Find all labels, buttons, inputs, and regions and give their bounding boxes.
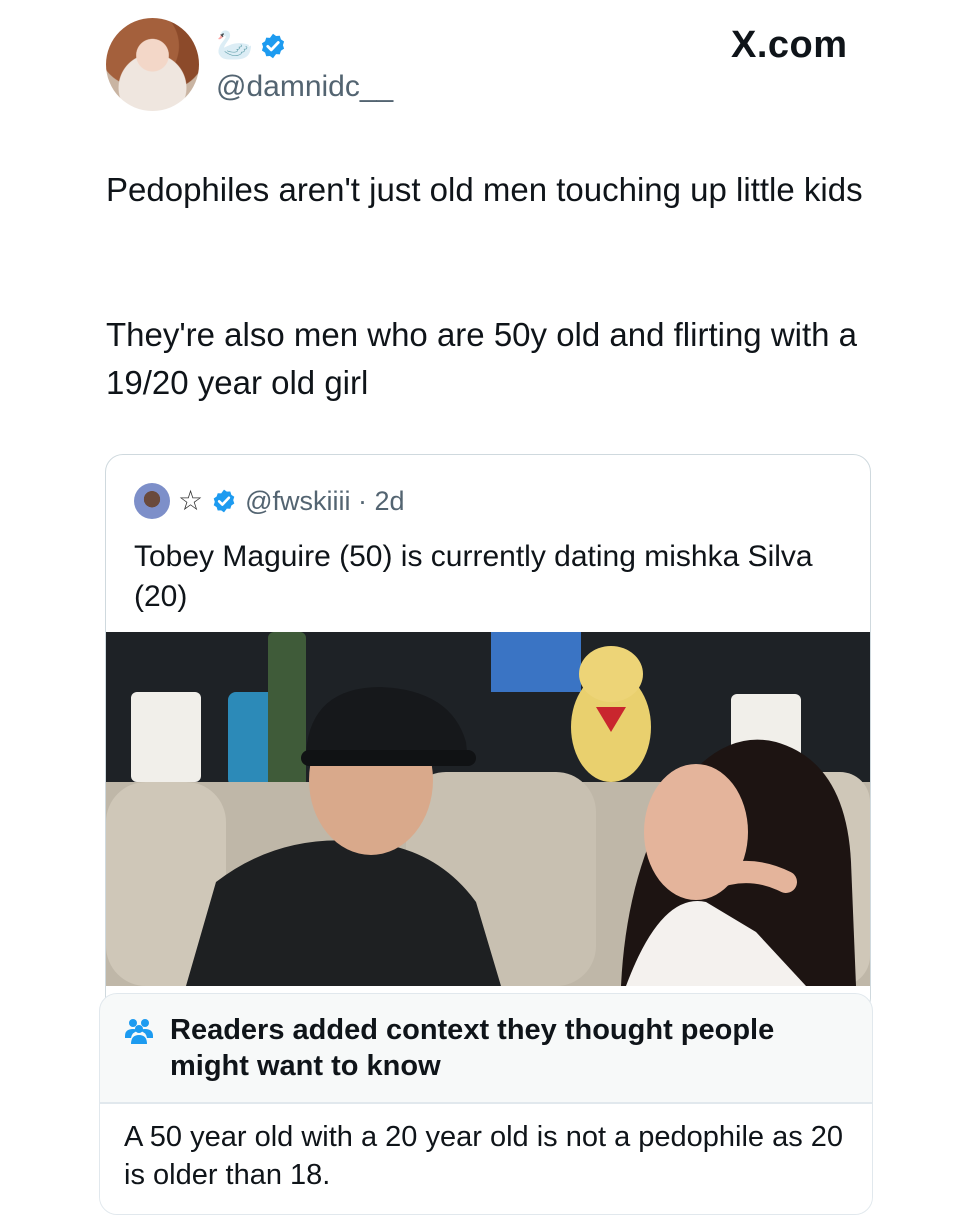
- tweet-paragraph-1: Pedophiles aren't just old men touching …: [106, 171, 863, 208]
- community-note-title: Readers added context they thought peopl…: [170, 1014, 775, 1082]
- quoted-tweet-card[interactable]: ☆ @fwskiiii · 2d Tobey Maguire (50) is c…: [105, 454, 871, 1016]
- verified-badge-icon: [213, 489, 235, 513]
- quoted-author-avatar[interactable]: [134, 483, 170, 519]
- people-icon: [125, 1019, 153, 1044]
- quoted-tweet-photo[interactable]: [106, 632, 870, 986]
- swan-emoji: 🦢: [216, 29, 254, 62]
- quoted-tweet-header: ☆ @fwskiiii · 2d: [134, 483, 405, 519]
- tweet-paragraph-2: They're also men who are 50y old and fli…: [106, 316, 858, 401]
- community-note-body: A 50 year old with a 20 year old is not …: [100, 1104, 872, 1214]
- quoted-tweet-text: Tobey Maguire (50) is currently dating m…: [134, 540, 813, 613]
- star-icon: ☆: [178, 485, 204, 516]
- site-watermark: X.com: [731, 24, 848, 66]
- author-name-row[interactable]: 🦢: [216, 28, 287, 64]
- author-handle[interactable]: @damnidc__: [216, 70, 393, 104]
- quoted-author-handle-time[interactable]: @fwskiiii · 2d: [245, 486, 404, 517]
- community-note-text: A 50 year old with a 20 year old is not …: [124, 1121, 844, 1191]
- community-note[interactable]: Readers added context they thought peopl…: [99, 993, 873, 1215]
- community-note-header: Readers added context they thought peopl…: [122, 1012, 842, 1084]
- author-avatar[interactable]: [106, 18, 199, 111]
- verified-badge-icon: [262, 33, 285, 59]
